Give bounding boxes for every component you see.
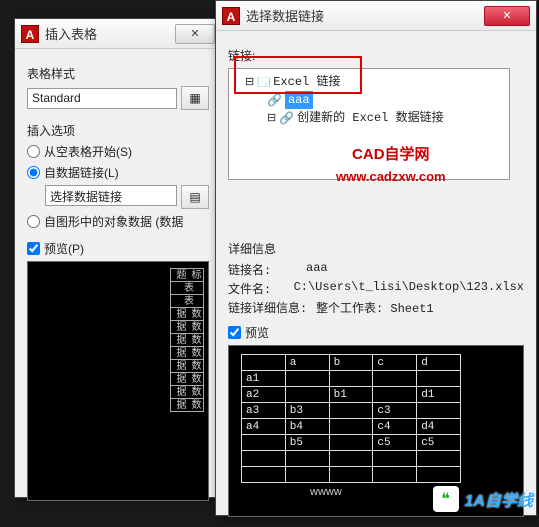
preview-checkbox[interactable] — [27, 242, 40, 255]
table-row: a4b4c4d4 — [242, 419, 461, 435]
table-row: a b c d — [242, 355, 461, 371]
minus-icon: ⊟ — [245, 73, 254, 91]
select-data-link-dialog: A 选择数据链接 ✕ 链接: ⊟ 🗔 Excel 链接 🔗 aaa ⊟ 🔗 创建… — [215, 0, 537, 516]
brand-text: 1A自学线 — [465, 487, 533, 511]
minus-icon: ⊟ — [267, 109, 276, 127]
data-link-browse-button[interactable]: ▤ — [181, 185, 209, 209]
grid-icon: ▦ — [189, 91, 200, 105]
preview-data-table: a b c d a1 a2b1d1 a3b3c3 a4b4c4d4 b5c5c5 — [241, 354, 461, 483]
table-style-select[interactable]: Standard — [27, 88, 177, 109]
detail-file-name: 文件名: C:\Users\t_lisi\Desktop\123.xlsx — [228, 280, 524, 297]
wwww-text: wwww — [310, 486, 342, 498]
table-icon: ▤ — [189, 190, 200, 204]
tree-node-aaa[interactable]: 🔗 aaa — [267, 91, 505, 109]
preview-label: 预览 — [245, 324, 269, 341]
autocad-icon: A — [21, 25, 39, 43]
detail-link-name: 链接名: aaa — [228, 261, 524, 278]
close-button[interactable]: ✕ — [175, 24, 215, 44]
radio-extract-data[interactable] — [27, 215, 40, 228]
style-settings-button[interactable]: ▦ — [181, 86, 209, 110]
table-row: a3b3c3 — [242, 403, 461, 419]
radio-data-link[interactable] — [27, 166, 40, 179]
detail-link-details: 链接详细信息: 整个工作表: Sheet1 — [228, 299, 524, 316]
link-icon: 🔗 — [279, 109, 294, 127]
dialog-title: 选择数据链接 — [246, 6, 324, 25]
links-label: 链接: — [228, 47, 524, 64]
radio-blank-table[interactable] — [27, 145, 40, 158]
wechat-icon: ❝ — [433, 486, 459, 512]
table-row — [242, 467, 461, 483]
preview-mini-table: 标题 表 表 数据 数据 数据 数据 数据 数据 数据 数据 — [170, 268, 204, 412]
dialog-title: 插入表格 — [45, 24, 97, 43]
preview-label: 预览(P) — [44, 240, 84, 257]
table-row — [242, 451, 461, 467]
excel-icon: 🗔 — [257, 73, 270, 91]
details-label: 详细信息 — [228, 240, 524, 257]
radio-extract-label: 自图形中的对象数据 (数据 — [44, 213, 183, 230]
tree-node-create-new[interactable]: ⊟ 🔗 创建新的 Excel 数据链接 — [267, 109, 505, 127]
radio-blank-label: 从空表格开始(S) — [44, 143, 132, 160]
brand-overlay: ❝ 1A自学线 — [433, 486, 533, 512]
table-row: a2b1d1 — [242, 387, 461, 403]
table-style-label: 表格样式 — [27, 65, 209, 82]
radio-data-link-label: 自数据链接(L) — [44, 164, 119, 181]
links-tree[interactable]: ⊟ 🗔 Excel 链接 🔗 aaa ⊟ 🔗 创建新的 Excel 数据链接 — [228, 68, 510, 180]
autocad-icon: A — [222, 7, 240, 25]
close-button[interactable]: ✕ — [484, 6, 530, 26]
table-row: a1 — [242, 371, 461, 387]
insert-options-label: 插入选项 — [27, 122, 209, 139]
table-row: b5c5c5 — [242, 435, 461, 451]
preview-checkbox[interactable] — [228, 326, 241, 339]
data-link-select[interactable]: 选择数据链接 — [45, 185, 177, 206]
tree-node-excel[interactable]: ⊟ 🗔 Excel 链接 — [245, 73, 505, 91]
insert-table-dialog: A 插入表格 ✕ 表格样式 Standard ▦ 插入选项 从空表格开始(S) … — [14, 18, 222, 498]
titlebar: A 插入表格 ✕ — [15, 19, 221, 49]
titlebar: A 选择数据链接 ✕ — [216, 1, 536, 31]
link-icon: 🔗 — [267, 91, 282, 109]
left-preview-panel: 标题 表 表 数据 数据 数据 数据 数据 数据 数据 数据 — [27, 261, 209, 501]
